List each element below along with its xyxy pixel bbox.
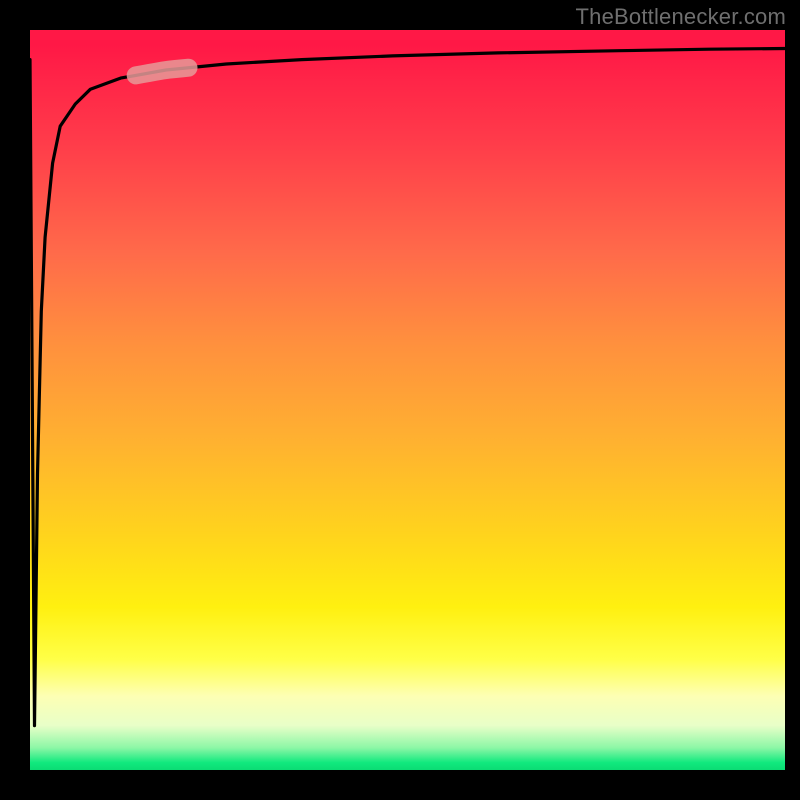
plot-gradient-background (30, 30, 785, 770)
frame-right (785, 0, 800, 800)
frame-left (0, 0, 30, 800)
frame-bottom (0, 770, 800, 800)
watermark-text: TheBottlenecker.com (576, 4, 786, 30)
chart-container: TheBottlenecker.com (0, 0, 800, 800)
